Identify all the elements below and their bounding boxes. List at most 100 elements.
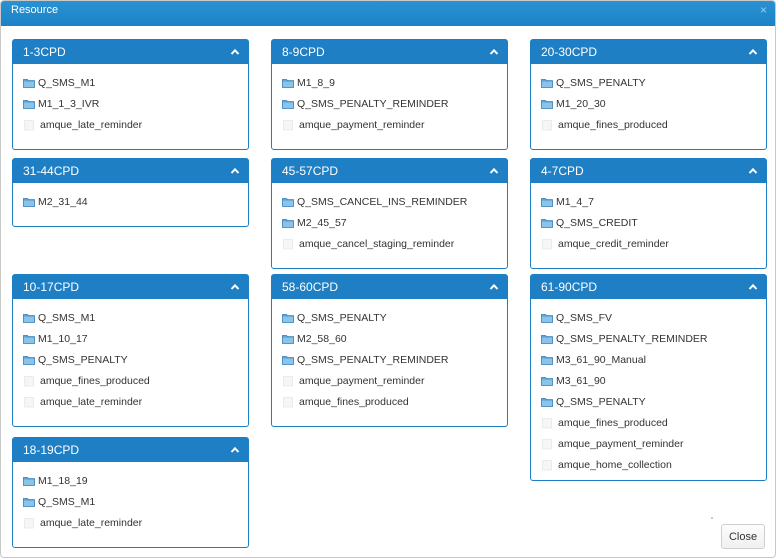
resource-item-label: M1_4_7	[556, 195, 594, 208]
resource-item[interactable]: M2_31_44	[23, 191, 248, 212]
chevron-up-icon[interactable]	[748, 282, 758, 292]
close-button[interactable]: Close	[721, 524, 765, 549]
resource-item[interactable]: Q_SMS_CREDIT	[541, 212, 766, 233]
resource-item-label: amque_late_reminder	[40, 516, 143, 529]
resource-item-label: amque_fines_produced	[558, 416, 668, 429]
resource-item[interactable]: Q_SMS_CANCEL_INS_REMINDER	[282, 191, 507, 212]
resource-dialog: Resource × 1-3CPD Q_SMS_M1 M1_1_3_IVR amque…	[0, 0, 776, 558]
folder-icon	[541, 77, 553, 89]
resource-item[interactable]: amque_fines_produced	[23, 370, 248, 391]
resource-item[interactable]: Q_SMS_PENALTY	[541, 72, 766, 93]
resource-item[interactable]: amque_credit_reminder	[541, 233, 766, 254]
resource-item[interactable]: M1_18_19	[23, 470, 248, 491]
resource-item-label: M1_10_17	[38, 332, 88, 345]
resource-item[interactable]: M1_10_17	[23, 328, 248, 349]
resource-item-label: Q_SMS_CANCEL_INS_REMINDER	[297, 195, 468, 208]
panel-58-60cpd: 58-60CPD Q_SMS_PENALTY M2_58_60 Q_SMS_PENAL…	[271, 274, 508, 427]
panel-header[interactable]: 8-9CPD	[272, 40, 507, 64]
resource-item[interactable]: Q_SMS_PENALTY_REMINDER	[282, 349, 507, 370]
resource-item[interactable]: amque_late_reminder	[23, 391, 248, 412]
panel-title: 18-19CPD	[23, 443, 80, 457]
resource-item[interactable]: amque_fines_produced	[541, 114, 766, 135]
panel-header[interactable]: 20-30CPD	[531, 40, 766, 64]
resource-item[interactable]: amque_payment_reminder	[541, 433, 766, 454]
chevron-up-icon[interactable]	[230, 282, 240, 292]
resource-item[interactable]: M1_1_3_IVR	[23, 93, 248, 114]
chevron-up-icon[interactable]	[230, 166, 240, 176]
chevron-up-icon[interactable]	[489, 166, 499, 176]
resource-item-label: M2_58_60	[297, 332, 347, 345]
resource-item-label: amque_fines_produced	[40, 374, 150, 387]
resource-item[interactable]: Q_SMS_PENALTY_REMINDER	[282, 93, 507, 114]
panel-20-30cpd: 20-30CPD Q_SMS_PENALTY M1_20_30 amque_fines…	[530, 39, 767, 150]
resource-item[interactable]: Q_SMS_M1	[23, 307, 248, 328]
folder-icon	[282, 333, 294, 345]
resource-item-label: M1_20_30	[556, 97, 606, 110]
resource-item[interactable]: Q_SMS_PENALTY	[23, 349, 248, 370]
chevron-up-icon[interactable]	[230, 47, 240, 57]
resource-item[interactable]: Q_SMS_M1	[23, 72, 248, 93]
panel-body: M1_4_7 Q_SMS_CREDIT amque_credit_reminder	[531, 183, 766, 254]
resource-item-label: Q_SMS_M1	[38, 76, 96, 89]
panel-header[interactable]: 1-3CPD	[13, 40, 248, 64]
panel-header[interactable]: 61-90CPD	[531, 275, 766, 299]
chevron-up-icon[interactable]	[489, 282, 499, 292]
panel-header[interactable]: 10-17CPD	[13, 275, 248, 299]
folder-icon	[282, 77, 294, 89]
file-icon	[282, 396, 294, 408]
file-icon	[282, 238, 294, 250]
panel-body: M2_31_44	[13, 183, 248, 212]
resource-item[interactable]: amque_fines_produced	[282, 391, 507, 412]
file-icon	[23, 119, 35, 131]
file-icon	[541, 417, 553, 429]
panel-body: Q_SMS_PENALTY M2_58_60 Q_SMS_PENALTY_REMIN…	[272, 299, 507, 412]
resource-item[interactable]: amque_late_reminder	[23, 114, 248, 135]
resource-item[interactable]: amque_payment_reminder	[282, 114, 507, 135]
folder-icon	[23, 196, 35, 208]
chevron-up-icon[interactable]	[230, 445, 240, 455]
resource-item[interactable]: amque_home_collection	[541, 454, 766, 475]
panel-header[interactable]: 18-19CPD	[13, 438, 248, 462]
resource-item-label: amque_payment_reminder	[558, 437, 684, 450]
resource-item-label: M3_61_90_Manual	[556, 353, 646, 366]
resource-item[interactable]: M1_4_7	[541, 191, 766, 212]
file-icon	[541, 459, 553, 471]
resource-item[interactable]: M3_61_90	[541, 370, 766, 391]
resource-item[interactable]: M3_61_90_Manual	[541, 349, 766, 370]
resource-item[interactable]: Q_SMS_M1	[23, 491, 248, 512]
file-icon	[541, 119, 553, 131]
resource-item[interactable]: Q_SMS_PENALTY	[282, 307, 507, 328]
panel-31-44cpd: 31-44CPD M2_31_44	[12, 158, 249, 227]
panel-title: 1-3CPD	[23, 45, 66, 59]
resource-item[interactable]: amque_cancel_staging_reminder	[282, 233, 507, 254]
panel-10-17cpd: 10-17CPD Q_SMS_M1 M1_10_17 Q_SMS_PENALTYamq…	[12, 274, 249, 427]
resource-item[interactable]: amque_fines_produced	[541, 412, 766, 433]
resource-item[interactable]: amque_late_reminder	[23, 512, 248, 533]
close-icon[interactable]: ×	[760, 3, 767, 17]
panel-title: 8-9CPD	[282, 45, 325, 59]
folder-icon	[541, 354, 553, 366]
resource-item[interactable]: Q_SMS_PENALTY	[541, 391, 766, 412]
panel-header[interactable]: 45-57CPD	[272, 159, 507, 183]
panel-body: Q_SMS_PENALTY M1_20_30 amque_fines_produce…	[531, 64, 766, 135]
panel-header[interactable]: 58-60CPD	[272, 275, 507, 299]
resource-item[interactable]: Q_SMS_FV	[541, 307, 766, 328]
resource-item-label: Q_SMS_PENALTY_REMINDER	[297, 353, 449, 366]
resource-item-label: M1_8_9	[297, 76, 335, 89]
resource-item[interactable]: amque_payment_reminder	[282, 370, 507, 391]
panel-1-3cpd: 1-3CPD Q_SMS_M1 M1_1_3_IVR amque_late_remin…	[12, 39, 249, 150]
panel-header[interactable]: 4-7CPD	[531, 159, 766, 183]
folder-icon	[23, 354, 35, 366]
resource-item[interactable]: M1_8_9	[282, 72, 507, 93]
resource-item[interactable]: M2_58_60	[282, 328, 507, 349]
panel-8-9cpd: 8-9CPD M1_8_9 Q_SMS_PENALTY_REMINDER amque_…	[271, 39, 508, 150]
resource-item-label: amque_fines_produced	[299, 395, 409, 408]
chevron-up-icon[interactable]	[748, 166, 758, 176]
resource-item[interactable]: M2_45_57	[282, 212, 507, 233]
panel-header[interactable]: 31-44CPD	[13, 159, 248, 183]
chevron-up-icon[interactable]	[489, 47, 499, 57]
resource-item[interactable]: M1_20_30	[541, 93, 766, 114]
file-icon	[23, 396, 35, 408]
chevron-up-icon[interactable]	[748, 47, 758, 57]
resource-item[interactable]: Q_SMS_PENALTY_REMINDER	[541, 328, 766, 349]
